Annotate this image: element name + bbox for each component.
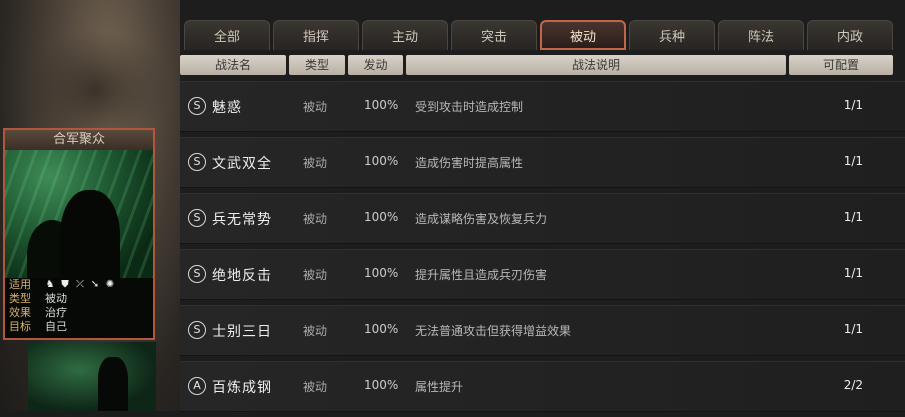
skill-name: 士别三日 <box>212 324 272 340</box>
next-skill-card-artwork[interactable] <box>28 342 156 411</box>
table-header: 战法名 类型 发动 战法说明 可配置 <box>180 55 896 75</box>
list-item[interactable]: S 兵无常势 被动 100% 造成谋略伤害及恢复兵力 1/1 <box>180 193 905 244</box>
header-trigger[interactable]: 发动 <box>348 55 403 75</box>
card-artwork <box>5 150 153 280</box>
tab-passive[interactable]: 被动 <box>540 20 626 50</box>
skill-list: S 魅惑 被动 100% 受到攻击时造成控制 1/1 S 文武双全 被动 100… <box>180 81 905 417</box>
skill-type: 被动 <box>303 380 328 394</box>
skill-trigger-rate: 100% <box>364 378 399 392</box>
skill-description: 属性提升 <box>415 380 464 394</box>
rank-badge: S <box>188 209 206 227</box>
tab-troop[interactable]: 兵种 <box>629 20 715 50</box>
skill-available-count: 1/1 <box>843 154 863 168</box>
rank-badge: S <box>188 153 206 171</box>
tab-internal[interactable]: 内政 <box>807 20 893 50</box>
selected-skill-card[interactable]: 合军聚众 适用 ♞ ⛊ ⤫ ➘ ✺ 类型 被动 效果 治疗 目标 自己 <box>3 128 155 340</box>
card-row-key: 类型 <box>9 292 31 305</box>
skill-trigger-rate: 100% <box>364 154 399 168</box>
rank-badge: S <box>188 265 206 283</box>
skill-type: 被动 <box>303 268 328 282</box>
list-item[interactable]: S 绝地反击 被动 100% 提升属性且造成兵刃伤害 1/1 <box>180 249 905 300</box>
skill-type: 被动 <box>303 324 328 338</box>
category-tabs: 全部 指挥 主动 突击 被动 兵种 阵法 内政 <box>184 20 896 52</box>
skill-available-count: 1/1 <box>843 266 863 280</box>
skill-description: 提升属性且造成兵刃伤害 <box>415 268 548 282</box>
general-portrait-backdrop <box>20 30 170 130</box>
skill-available-count: 1/1 <box>843 322 863 336</box>
skill-description: 造成谋略伤害及恢复兵力 <box>415 212 548 226</box>
header-description[interactable]: 战法说明 <box>406 55 786 75</box>
header-available[interactable]: 可配置 <box>789 55 893 75</box>
card-row-value: 治疗 <box>45 306 67 319</box>
skill-name: 绝地反击 <box>212 268 272 284</box>
skill-available-count: 2/2 <box>843 378 863 392</box>
card-row-target: 目标 自己 <box>5 320 153 334</box>
list-item[interactable]: S 士别三日 被动 100% 无法普通攻击但获得增益效果 1/1 <box>180 305 905 356</box>
skill-trigger-rate: 100% <box>364 98 399 112</box>
shield-icon: ⛊ <box>61 279 69 290</box>
list-item[interactable]: S 文武双全 被动 100% 造成伤害时提高属性 1/1 <box>180 137 905 188</box>
skill-type: 被动 <box>303 212 328 226</box>
skill-type: 被动 <box>303 100 328 114</box>
card-row-key: 适用 <box>9 278 31 291</box>
card-row-key: 效果 <box>9 306 31 319</box>
cavalry-icon: ♞ <box>45 279 55 290</box>
card-row-key: 目标 <box>9 320 31 333</box>
vehicle-icon: ✺ <box>105 279 115 290</box>
tab-assault[interactable]: 突击 <box>451 20 537 50</box>
rank-badge: S <box>188 321 206 339</box>
skill-available-count: 1/1 <box>843 98 863 112</box>
skill-available-count: 1/1 <box>843 210 863 224</box>
skill-trigger-rate: 100% <box>364 322 399 336</box>
skill-list-panel: 全部 指挥 主动 突击 被动 兵种 阵法 内政 战法名 类型 发动 战法说明 可… <box>180 0 905 412</box>
spear-icon: ➘ <box>90 279 100 290</box>
card-row-applicable: 适用 ♞ ⛊ ⤫ ➘ ✺ <box>5 278 153 292</box>
skill-name: 百炼成钢 <box>212 380 272 396</box>
skill-name: 魅惑 <box>212 100 242 116</box>
skill-trigger-rate: 100% <box>364 210 399 224</box>
skill-trigger-rate: 100% <box>364 266 399 280</box>
tab-command[interactable]: 指挥 <box>273 20 359 50</box>
card-info: 适用 ♞ ⛊ ⤫ ➘ ✺ 类型 被动 效果 治疗 目标 自己 <box>5 278 153 338</box>
skill-name: 兵无常势 <box>212 212 272 228</box>
tab-all[interactable]: 全部 <box>184 20 270 50</box>
card-row-value: 自己 <box>45 320 67 333</box>
tab-formation[interactable]: 阵法 <box>718 20 804 50</box>
skill-description: 造成伤害时提高属性 <box>415 156 524 170</box>
card-row-value: 被动 <box>45 292 67 305</box>
card-row-type: 类型 被动 <box>5 292 153 306</box>
skill-description: 无法普通攻击但获得增益效果 <box>415 324 572 338</box>
rank-badge: S <box>188 97 206 115</box>
header-skill-name[interactable]: 战法名 <box>180 55 286 75</box>
header-type[interactable]: 类型 <box>289 55 345 75</box>
tab-active[interactable]: 主动 <box>362 20 448 50</box>
skill-type: 被动 <box>303 156 328 170</box>
list-item[interactable]: A 百炼成钢 被动 100% 属性提升 2/2 <box>180 361 905 412</box>
bow-icon: ⤫ <box>76 279 84 290</box>
troop-icons: ♞ ⛊ ⤫ ➘ ✺ <box>45 278 115 292</box>
skill-description: 受到攻击时造成控制 <box>415 100 524 114</box>
card-row-effect: 效果 治疗 <box>5 306 153 320</box>
card-title: 合军聚众 <box>5 130 153 151</box>
list-item[interactable]: S 魅惑 被动 100% 受到攻击时造成控制 1/1 <box>180 81 905 132</box>
skill-name: 文武双全 <box>212 156 272 172</box>
rank-badge: A <box>188 377 206 395</box>
